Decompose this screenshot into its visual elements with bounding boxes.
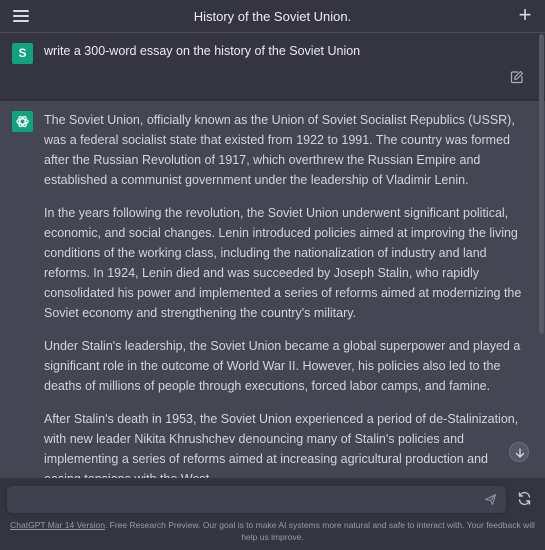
scroll-to-bottom-button[interactable] [509,442,529,462]
assistant-message-text: The Soviet Union, officially known as th… [44,110,528,478]
assistant-paragraph: After Stalin's death in 1953, the Soviet… [44,412,519,478]
assistant-paragraph: Under Stalin's leadership, the Soviet Un… [44,339,521,393]
regenerate-icon[interactable] [517,491,532,506]
new-chat-plus-icon[interactable]: + [515,4,535,26]
send-icon[interactable] [484,493,497,506]
edit-icon[interactable] [510,70,524,84]
user-avatar: S [12,43,33,64]
assistant-paragraph: In the years following the revolution, t… [44,206,522,320]
composer-area: ChatGPT Mar 14 Version. Free Research Pr… [0,478,545,550]
top-bar: History of the Soviet Union. + [0,0,545,33]
footer-disclaimer: ChatGPT Mar 14 Version. Free Research Pr… [10,519,535,543]
footer-text: . Free Research Preview. Our goal is to … [104,520,535,542]
chat-title: History of the Soviet Union. [193,9,352,24]
version-link[interactable]: ChatGPT Mar 14 Version [10,520,105,530]
arrow-down-icon [515,448,525,458]
assistant-paragraph: The Soviet Union, officially known as th… [44,113,515,187]
user-message: S write a 300-word essay on the history … [0,33,545,100]
user-message-text: write a 300-word essay on the history of… [44,44,361,58]
scrollbar-thumb[interactable] [539,34,544,334]
assistant-message: The Soviet Union, officially known as th… [0,101,545,478]
message-input[interactable] [17,491,477,508]
openai-logo-icon [12,111,33,132]
message-input-box[interactable] [7,486,506,513]
